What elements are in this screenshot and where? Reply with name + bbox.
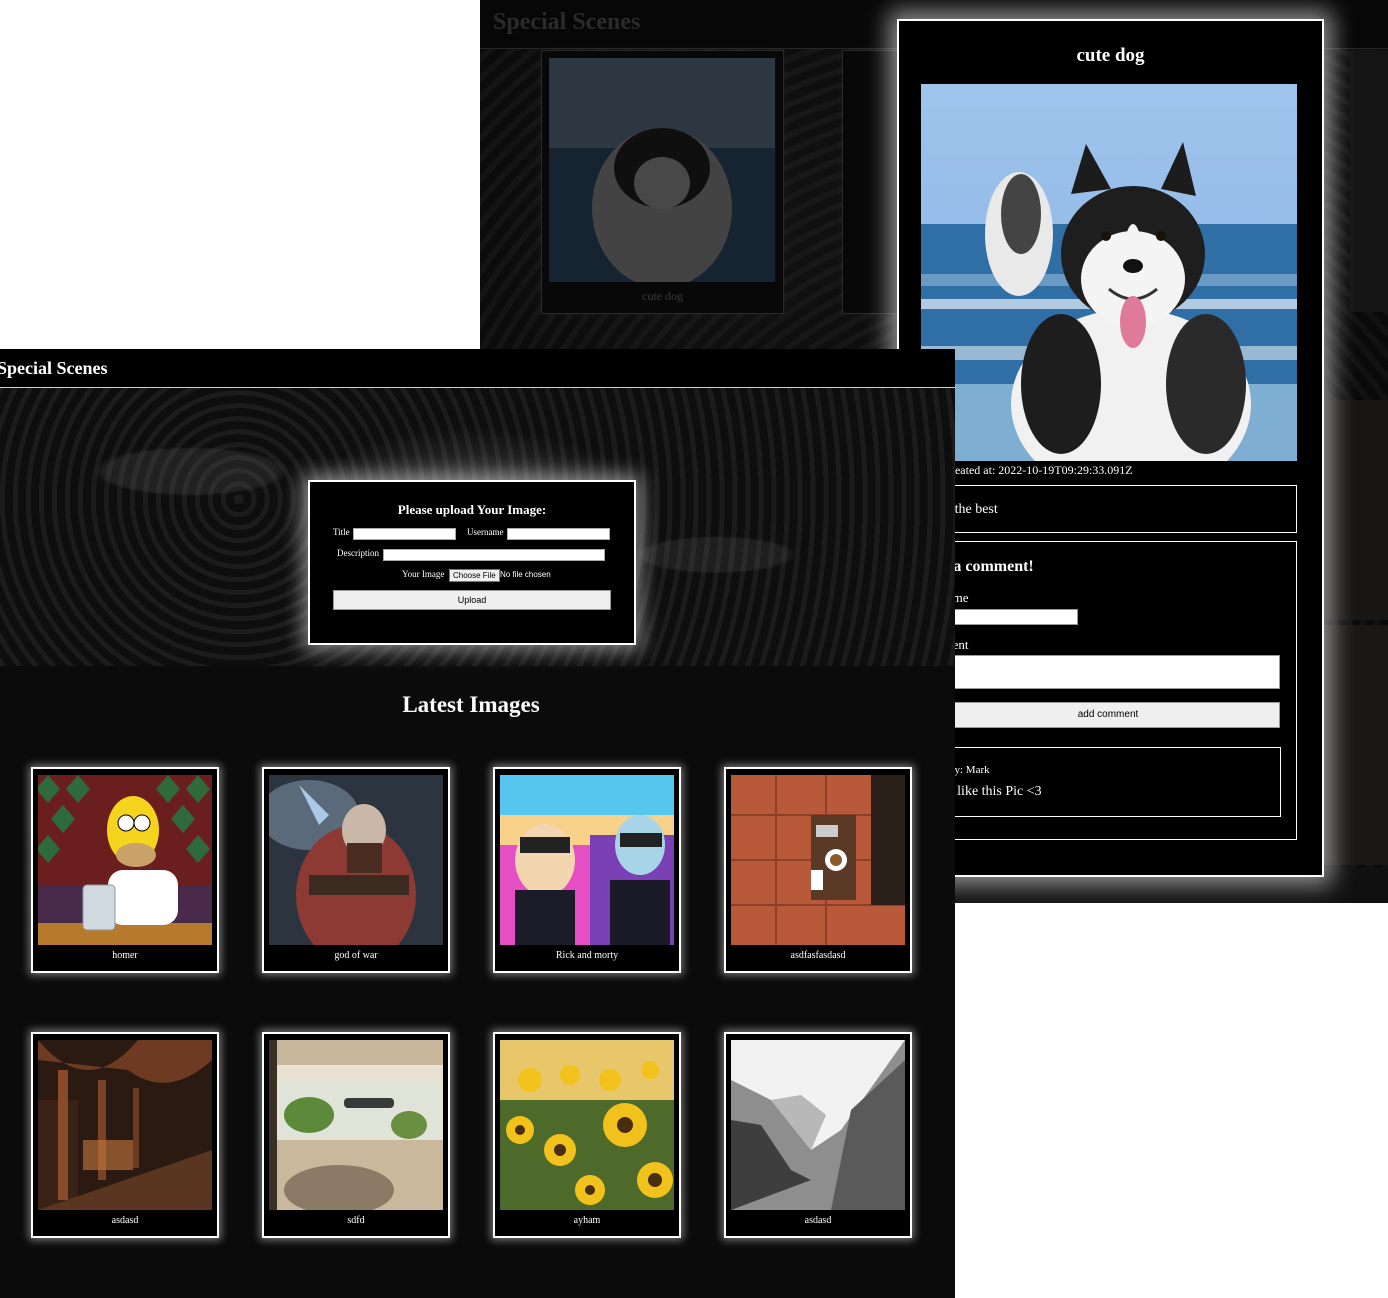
latest-images-heading: Latest Images — [402, 692, 540, 717]
no-file-text: No file chosen — [500, 570, 551, 579]
image-card[interactable]: ayham — [493, 1032, 681, 1238]
image-detail-modal: cute dog am - created at: 2022-10-19T09:… — [897, 19, 1324, 877]
image-caption: asdasd — [804, 1215, 832, 1226]
image-caption: asdasd — [111, 1215, 139, 1226]
description-label: Description — [337, 548, 379, 558]
username-input[interactable] — [507, 528, 610, 540]
sunflowers-thumbnail — [500, 1040, 674, 1210]
choose-file-button[interactable]: Choose File — [449, 569, 500, 582]
comment-author: by: Mark — [949, 764, 990, 776]
hero-banner: Please upload Your Image: Title Username… — [0, 388, 955, 666]
add-comment-button[interactable]: add comment — [936, 702, 1280, 728]
upload-form: Please upload Your Image: Title Username… — [308, 480, 636, 645]
image-caption: homer — [112, 950, 138, 961]
image-caption: sdfd — [347, 1215, 365, 1226]
comment-text: I like this Pic <3 — [949, 784, 1042, 799]
homer-thumbnail — [38, 775, 212, 945]
header: Special Scenes — [0, 349, 955, 388]
image-card[interactable]: asdasd — [31, 1032, 219, 1238]
image-caption: asdfasfasdasd — [790, 950, 846, 961]
app-title: Special Scenes — [0, 358, 108, 378]
image-label: Your Image — [402, 569, 445, 579]
dimmed-image-card[interactable]: cute dog — [541, 50, 784, 314]
god-of-war-thumbnail — [269, 775, 443, 945]
modal-title: cute dog — [1076, 45, 1145, 66]
modal-dog-photo — [921, 84, 1297, 461]
image-caption: ayham — [573, 1215, 601, 1226]
image-card[interactable]: asdfasfasdasd — [724, 767, 912, 973]
dimmed-app-title: Special Scenes — [493, 9, 641, 35]
coffee-table-thumbnail — [731, 775, 905, 945]
title-input[interactable] — [353, 528, 456, 540]
image-card[interactable]: sdfd — [262, 1032, 450, 1238]
image-card[interactable]: asdasd — [724, 1032, 912, 1238]
arches-thumbnail — [38, 1040, 212, 1210]
image-caption: god of war — [334, 950, 378, 961]
gallery-screenshot: Special Scenes Please upload Your Image:… — [0, 349, 955, 1298]
image-caption: Rick and morty — [555, 950, 619, 961]
image-card[interactable]: god of war — [262, 767, 450, 973]
rick-and-morty-thumbnail — [500, 775, 674, 945]
image-card[interactable]: homer — [31, 767, 219, 973]
title-label: Title — [333, 527, 350, 537]
comment-username-input[interactable] — [936, 609, 1078, 625]
image-card[interactable]: Rick and morty — [493, 767, 681, 973]
comment-text-input[interactable] — [936, 655, 1280, 689]
dimmed-card-caption: cute dog — [642, 289, 683, 303]
mountains-thumbnail — [731, 1040, 905, 1210]
username-label: Username — [467, 527, 504, 537]
car-interior-thumbnail — [269, 1040, 443, 1210]
description-box: are the best — [921, 485, 1297, 533]
dimmed-edge-strip — [1350, 50, 1388, 312]
comment-form: ld a comment! rname nment add comment by… — [921, 541, 1297, 840]
upload-heading: Please upload Your Image: — [397, 502, 547, 517]
dimmed-edge-strip — [1320, 400, 1388, 620]
upload-button[interactable]: Upload — [333, 590, 611, 610]
description-input[interactable] — [383, 549, 605, 561]
dimmed-dog-thumbnail — [549, 58, 776, 282]
dimmed-edge-strip — [1320, 625, 1388, 865]
comment-item: by: Mark I like this Pic <3 — [936, 747, 1281, 817]
